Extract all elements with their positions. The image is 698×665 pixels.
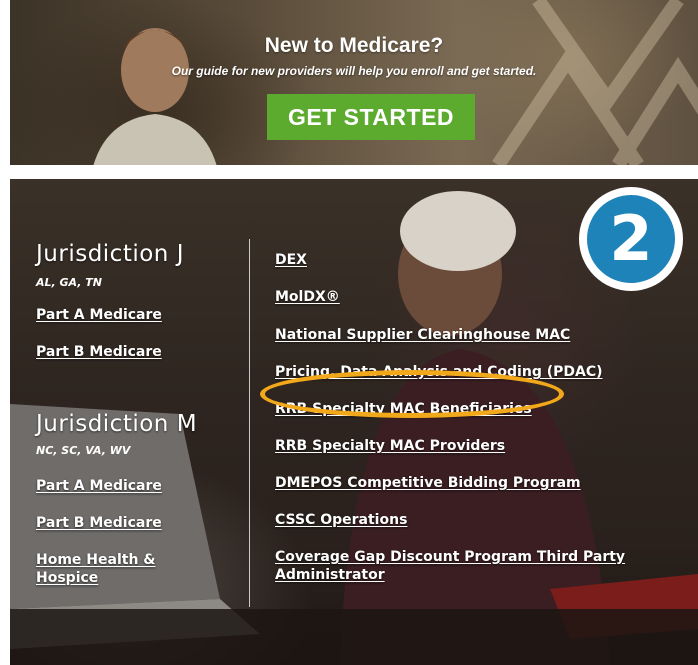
jurisdiction-panel: Jurisdiction J AL, GA, TN Part A Medicar… — [10, 179, 698, 665]
step-number-badge: 2 — [579, 187, 683, 291]
jurisdiction-m-title: Jurisdiction M — [36, 411, 198, 437]
program-link-pdac[interactable]: Pricing, Data Analysis and Coding (PDAC) — [275, 363, 685, 381]
jurisdiction-m-home-health-hospice-link[interactable]: Home Health & Hospice — [36, 551, 186, 587]
banner-title: New to Medicare? — [264, 34, 444, 57]
program-link-coverage-gap-discount[interactable]: Coverage Gap Discount Program Third Part… — [275, 548, 675, 584]
banner-subtitle: Our guide for new providers will help yo… — [171, 64, 537, 78]
new-to-medicare-banner: New to Medicare? Our guide for new provi… — [10, 0, 698, 165]
program-link-rrb-beneficiaries[interactable]: RRB Specialty MAC Beneficiaries — [275, 400, 685, 418]
program-link-national-supplier-clearinghouse[interactable]: National Supplier Clearinghouse MAC — [275, 326, 685, 344]
program-link-cssc-operations[interactable]: CSSC Operations — [275, 511, 685, 529]
jurisdiction-j-states: AL, GA, TN — [36, 276, 102, 289]
step-number-text: 2 — [587, 195, 675, 283]
column-divider — [249, 239, 250, 607]
jurisdiction-j-title: Jurisdiction J — [36, 241, 184, 267]
program-link-moldx[interactable]: MolDX® — [275, 288, 685, 306]
jurisdiction-j-part-b-link[interactable]: Part B Medicare — [36, 343, 226, 361]
jurisdiction-m-part-b-link[interactable]: Part B Medicare — [36, 514, 226, 532]
program-link-dmepos-bidding[interactable]: DMEPOS Competitive Bidding Program — [275, 474, 685, 492]
program-link-rrb-providers[interactable]: RRB Specialty MAC Providers — [275, 437, 685, 455]
jurisdiction-m-states: NC, SC, VA, WV — [36, 444, 131, 457]
banner-decorative-pattern — [492, 0, 698, 165]
jurisdiction-j-part-a-link[interactable]: Part A Medicare — [36, 306, 226, 324]
jurisdiction-m-part-a-link[interactable]: Part A Medicare — [36, 477, 226, 495]
get-started-button[interactable]: GET STARTED — [267, 94, 475, 140]
